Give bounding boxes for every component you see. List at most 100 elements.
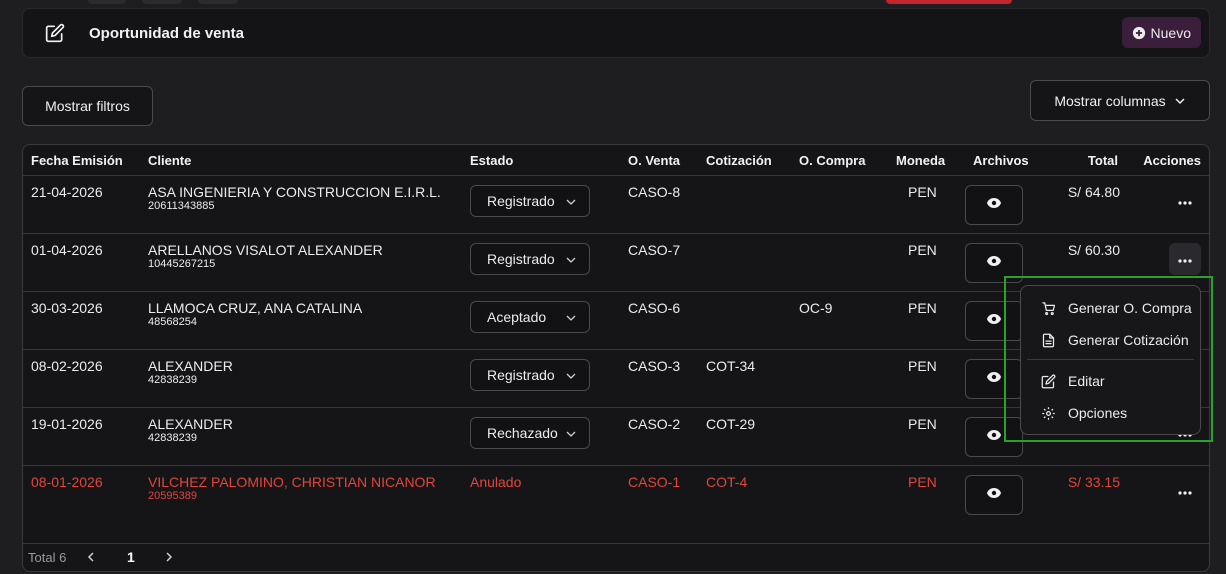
cell-venta: CASO-2 xyxy=(628,416,681,432)
eye-icon xyxy=(986,486,1002,504)
status-select[interactable]: Aceptado xyxy=(470,301,590,333)
cell-cotizacion: COT-34 xyxy=(706,358,756,374)
prev-page-icon[interactable] xyxy=(85,550,97,569)
cell-moneda: PEN xyxy=(908,300,937,316)
cell-venta: CASO-3 xyxy=(628,358,681,374)
menu-label: Opciones xyxy=(1068,405,1128,421)
chevron-down-icon xyxy=(565,253,577,269)
status-value: Registrado xyxy=(487,193,555,209)
col-cliente[interactable]: Cliente xyxy=(148,153,191,168)
edit-icon xyxy=(45,23,65,43)
cell-total: S/ 33.15 xyxy=(1067,474,1120,490)
cell-total: S/ 64.80 xyxy=(1067,184,1120,200)
row-actions-button[interactable] xyxy=(1169,185,1201,217)
status-value: Aceptado xyxy=(487,309,547,325)
plus-circle-icon xyxy=(1132,26,1145,39)
cell-doc: 42838239 xyxy=(148,432,197,444)
menu-label: Generar Cotización xyxy=(1068,332,1189,348)
status-value: Registrado xyxy=(487,251,555,267)
cell-estado: Anulado xyxy=(470,474,522,490)
menu-opciones[interactable]: Opciones xyxy=(1021,399,1200,427)
show-columns-button[interactable]: Mostrar columnas xyxy=(1030,80,1210,121)
chevron-down-icon xyxy=(1175,97,1185,104)
menu-divider xyxy=(1027,359,1194,360)
edit-icon xyxy=(1041,374,1059,389)
col-cotizacion[interactable]: Cotización xyxy=(706,153,772,168)
view-files-button[interactable] xyxy=(965,417,1023,457)
col-archivos[interactable]: Archivos xyxy=(973,153,1029,168)
view-files-button[interactable] xyxy=(965,359,1023,399)
cell-fecha: 08-02-2026 xyxy=(31,358,103,374)
page-number[interactable]: 1 xyxy=(127,549,135,565)
cell-fecha: 30-03-2026 xyxy=(31,300,103,316)
menu-generar-cotizacion[interactable]: Generar Cotización xyxy=(1021,326,1200,354)
total-count: Total 6 xyxy=(28,550,67,565)
cell-fecha: 19-01-2026 xyxy=(31,416,103,432)
status-select[interactable]: Registrado xyxy=(470,243,590,275)
col-estado[interactable]: Estado xyxy=(470,153,513,168)
cell-fecha: 08-01-2026 xyxy=(31,474,103,490)
view-files-button[interactable] xyxy=(965,185,1023,225)
cell-venta: CASO-6 xyxy=(628,300,681,316)
eye-icon xyxy=(986,196,1002,214)
col-venta[interactable]: O. Venta xyxy=(628,153,680,168)
cell-moneda: PEN xyxy=(908,184,937,200)
cell-compra: OC-9 xyxy=(799,300,833,316)
cell-doc: 48568254 xyxy=(148,316,197,328)
actions-dropdown-menu: Generar O. Compra Generar Cotización Edi… xyxy=(1020,285,1201,435)
col-fecha[interactable]: Fecha Emisión xyxy=(31,153,123,168)
page-title: Oportunidad de venta xyxy=(89,24,245,42)
cell-venta: CASO-8 xyxy=(628,184,681,200)
cell-cliente: ALEXANDER xyxy=(148,358,233,374)
status-select[interactable]: Rechazado xyxy=(470,417,590,449)
status-select[interactable]: Registrado xyxy=(470,185,590,217)
eye-icon xyxy=(986,370,1002,388)
chevron-down-icon xyxy=(565,195,577,211)
cell-moneda: PEN xyxy=(908,242,937,258)
view-files-button[interactable] xyxy=(965,243,1023,283)
next-page-icon[interactable] xyxy=(163,550,175,569)
cart-icon xyxy=(1041,301,1059,316)
cell-cliente: VILCHEZ PALOMINO, CHRISTIAN NICANOR xyxy=(148,474,436,490)
col-total[interactable]: Total xyxy=(1088,153,1118,168)
col-compra[interactable]: O. Compra xyxy=(799,153,865,168)
status-select[interactable]: Registrado xyxy=(470,359,590,391)
more-icon xyxy=(1178,250,1192,268)
row-actions-button[interactable] xyxy=(1169,243,1201,275)
view-files-button[interactable] xyxy=(965,475,1023,515)
cell-doc: 20595389 xyxy=(148,490,197,502)
show-filters-button[interactable]: Mostrar filtros xyxy=(22,86,153,126)
more-icon xyxy=(1178,192,1192,210)
cell-moneda: PEN xyxy=(908,474,937,490)
row-actions-button[interactable] xyxy=(1169,475,1201,507)
chevron-down-icon xyxy=(565,311,577,327)
status-value: Rechazado xyxy=(487,425,558,441)
cell-venta: CASO-7 xyxy=(628,242,681,258)
view-files-button[interactable] xyxy=(965,301,1023,341)
cell-doc: 42838239 xyxy=(148,374,197,386)
cell-cliente: ARELLANOS VISALOT ALEXANDER xyxy=(148,242,383,258)
cell-fecha: 01-04-2026 xyxy=(31,242,103,258)
eye-icon xyxy=(986,254,1002,272)
eye-icon xyxy=(986,312,1002,330)
pagination: Total 6 1 xyxy=(23,543,1209,571)
menu-generar-compra[interactable]: Generar O. Compra xyxy=(1021,294,1200,322)
cell-cotizacion: COT-4 xyxy=(706,474,748,490)
document-icon xyxy=(1041,333,1059,348)
cell-cliente: ALEXANDER xyxy=(148,416,233,432)
table-row: 01-04-2026 ARELLANOS VISALOT ALEXANDER 104… xyxy=(23,233,1209,291)
show-filters-label: Mostrar filtros xyxy=(45,98,130,114)
cell-doc: 20611343885 xyxy=(148,200,215,212)
table-row: 08-01-2026 VILCHEZ PALOMINO, CHRISTIAN NI… xyxy=(23,465,1209,523)
cell-fecha: 21-04-2026 xyxy=(31,184,103,200)
page-header: Oportunidad de venta Nuevo xyxy=(22,8,1210,58)
chevron-down-icon xyxy=(565,369,577,385)
menu-editar[interactable]: Editar xyxy=(1021,367,1200,395)
menu-label: Editar xyxy=(1068,373,1105,389)
cell-doc: 10445267215 xyxy=(148,258,216,270)
cell-total: S/ 60.30 xyxy=(1067,242,1120,258)
cell-cotizacion: COT-29 xyxy=(706,416,756,432)
show-columns-label: Mostrar columnas xyxy=(1054,92,1166,109)
new-button[interactable]: Nuevo xyxy=(1121,17,1201,48)
col-moneda[interactable]: Moneda xyxy=(896,153,945,168)
